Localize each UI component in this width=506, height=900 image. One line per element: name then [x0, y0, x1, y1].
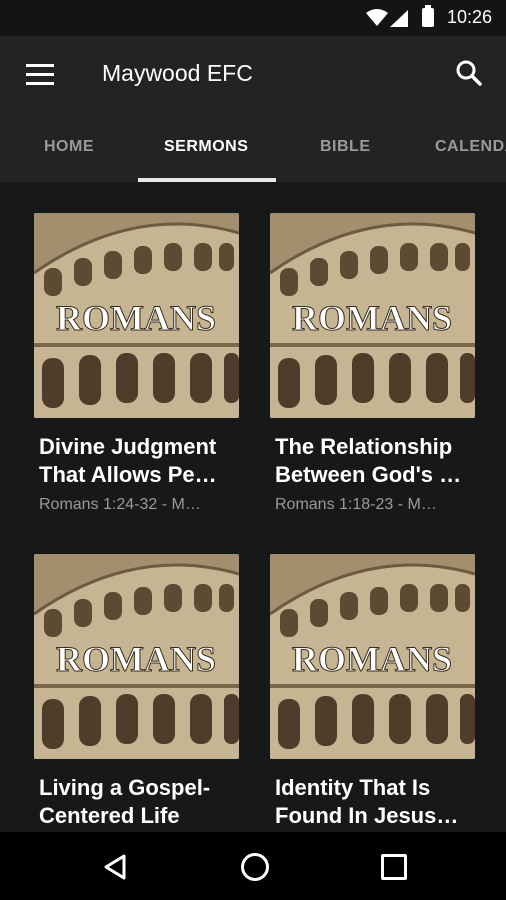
sermon-thumbnail[interactable]: ROMANS	[270, 213, 475, 418]
signal-icon	[390, 10, 408, 27]
sermon-grid: ROMANS Divine Judgment That Allows Pe… R…	[0, 182, 506, 832]
status-time: 10:26	[446, 7, 492, 27]
sermon-title: Identity That Is Found In Jesus…	[275, 775, 459, 828]
search-icon[interactable]	[456, 60, 482, 86]
tab-bar: HOME SERMONS BIBLE CALENDAR	[0, 114, 506, 182]
tab-bible[interactable]: BIBLE	[320, 138, 371, 156]
sermon-subtitle: Romans 1:24-32 - M…	[39, 496, 201, 513]
colosseum-image: ROMANS	[270, 213, 475, 418]
sermon-thumbnail[interactable]: ROMANS	[270, 554, 475, 759]
tab-calendar[interactable]: CALENDAR	[435, 138, 506, 156]
system-nav-bar	[0, 832, 506, 900]
wifi-icon	[366, 9, 388, 26]
sermon-title: The Relationship Between God's …	[275, 434, 462, 487]
tab-sermons[interactable]: SERMONS	[164, 138, 248, 156]
sermon-image-text: ROMANS	[292, 298, 452, 338]
sermon-image-text: ROMANS	[56, 298, 216, 338]
sermon-thumbnail[interactable]: ROMANS	[34, 213, 239, 418]
sermon-image-text: ROMANS	[292, 639, 452, 679]
back-icon[interactable]	[103, 854, 127, 880]
colosseum-image: ROMANS	[270, 554, 475, 759]
sermon-subtitle: Romans 1:18-23 - M…	[275, 496, 437, 513]
battery-icon	[422, 5, 434, 27]
recent-apps-icon[interactable]	[381, 854, 407, 880]
sermon-thumbnail[interactable]: ROMANS	[34, 554, 239, 759]
sermon-title: Divine Judgment That Allows Pe…	[39, 434, 217, 487]
menu-icon[interactable]	[26, 64, 54, 86]
app-title: Maywood EFC	[102, 60, 253, 86]
status-bar: 10:26	[0, 0, 506, 36]
colosseum-image: ROMANS	[34, 213, 239, 418]
sermon-title: Living a Gospel- Centered Life	[39, 775, 211, 828]
colosseum-image: ROMANS	[34, 554, 239, 759]
app-bar: Maywood EFC	[0, 36, 506, 114]
home-icon[interactable]	[241, 853, 269, 881]
sermon-image-text: ROMANS	[56, 639, 216, 679]
tab-home[interactable]: HOME	[44, 138, 94, 156]
